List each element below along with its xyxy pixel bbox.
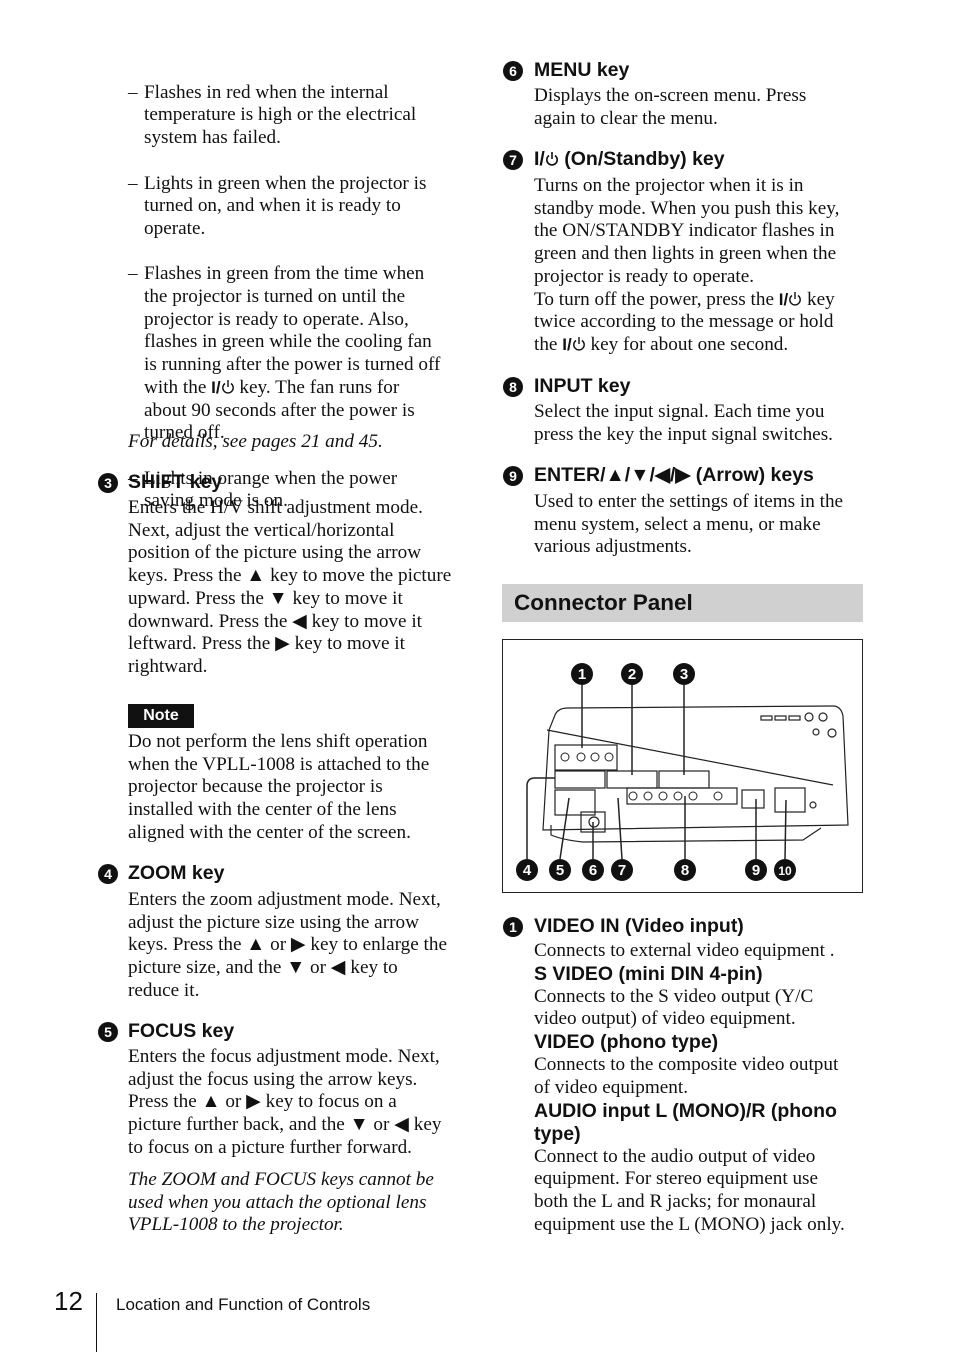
connector-jack xyxy=(658,791,668,801)
audio-input-subheading: AUDIO input L (MONO)/R (phono type) xyxy=(534,1099,837,1145)
indicator-bullet-list: – Flashes in red when the internal temper… xyxy=(128,59,468,536)
manual-page: – Flashes in red when the internal temper… xyxy=(0,0,954,1352)
note-body: Do not perform the lens shift operation … xyxy=(128,731,430,843)
power-icon xyxy=(221,379,234,394)
connector-jack xyxy=(560,752,570,762)
bullet-item: – Flashes in green from the time when the… xyxy=(128,263,441,444)
connector-panel-diagram: 1 2 3 4 5 6 7 8 9 10 xyxy=(502,639,863,893)
input-key-description: Select the input signal. Each time you p… xyxy=(534,401,833,445)
callout-number: 4 xyxy=(98,864,118,884)
details-reference: For details, see pages 21 and 45. xyxy=(128,431,383,452)
focus-key-description: Enters the focus adjustment mode. Next, … xyxy=(128,1046,442,1158)
connector-jack xyxy=(628,791,638,801)
connector-jack xyxy=(688,791,698,801)
callout-number: 3 xyxy=(98,473,118,493)
connector-jack xyxy=(576,752,586,762)
power-icon xyxy=(545,152,558,166)
enter-arrow-keys-description: Used to enter the settings of items in t… xyxy=(534,491,844,558)
video-in-description: Connects to external video equipment .S … xyxy=(534,940,864,1236)
callout-number: 6 xyxy=(589,862,597,879)
footer-divider xyxy=(96,1293,97,1352)
connector-jack xyxy=(604,752,614,762)
zoom-key-heading: ZOOM key xyxy=(128,862,225,884)
input-key-heading: INPUT key xyxy=(534,375,631,397)
standby-key-description: Turns on the projector when it is in sta… xyxy=(534,175,840,355)
callout-number: 1 xyxy=(578,666,586,683)
callout-number: 10 xyxy=(778,864,792,878)
zoom-focus-note: The ZOOM and FOCUS keys cannot be used w… xyxy=(128,1169,434,1236)
s-video-subheading: S VIDEO (mini DIN 4-pin) xyxy=(534,962,763,985)
callout-number: 7 xyxy=(503,150,523,170)
power-icon xyxy=(572,336,585,351)
menu-key-heading: MENU key xyxy=(534,59,630,81)
callout-number: 5 xyxy=(98,1022,118,1042)
bullet-item: – Flashes in red when the internal temper… xyxy=(128,81,417,149)
video-phono-subheading: VIDEO (phono type) xyxy=(534,1031,719,1054)
video-in-heading: VIDEO IN (Video input) xyxy=(534,915,744,937)
projector-rear-illustration: 1 2 3 4 5 6 7 8 9 10 xyxy=(516,663,849,881)
callout-leader-line xyxy=(784,799,787,860)
callout-number: 5 xyxy=(556,862,564,879)
power-icon xyxy=(789,291,802,306)
callout-number: 9 xyxy=(503,466,523,486)
menu-key-description: Displays the on-screen menu. Press again… xyxy=(534,85,807,129)
standby-key-heading: I/ (On/Standby) key xyxy=(534,148,725,170)
callout-leader-line xyxy=(526,777,555,859)
page-number: 12 xyxy=(54,1286,83,1316)
callout-leader-line xyxy=(559,797,570,860)
callout-number: 8 xyxy=(503,377,523,397)
callout-number: 4 xyxy=(523,862,532,879)
enter-arrow-keys-heading: ENTER/▲/▼/◀/▶ (Arrow) keys xyxy=(534,464,814,486)
callout-number: 3 xyxy=(680,666,688,683)
connector-jack xyxy=(713,791,723,801)
bullet-item: – Lights in green when the projector is t… xyxy=(128,172,427,239)
callout-number: 6 xyxy=(503,61,523,81)
focus-key-heading: FOCUS key xyxy=(128,1020,235,1042)
callout-number: 1 xyxy=(503,917,523,937)
callout-number: 8 xyxy=(681,862,689,879)
footer-section-title: Location and Function of Controls xyxy=(116,1295,371,1314)
connector-jack xyxy=(590,752,600,762)
zoom-key-description: Enters the zoom adjustment mode. Next, a… xyxy=(128,889,448,1001)
shift-key-heading: SHIFT key xyxy=(128,471,223,493)
callout-number: 9 xyxy=(752,862,760,879)
section-header-bar: Connector Panel xyxy=(502,584,863,622)
connector-jack xyxy=(643,791,653,801)
callout-number: 2 xyxy=(628,666,636,683)
connector-jack xyxy=(673,791,683,801)
note-label: Note xyxy=(128,704,194,728)
shift-key-description: Enters the H/V shift adjustment mode. Ne… xyxy=(128,497,452,677)
section-title: Connector Panel xyxy=(514,590,693,615)
callout-number: 7 xyxy=(618,862,626,879)
